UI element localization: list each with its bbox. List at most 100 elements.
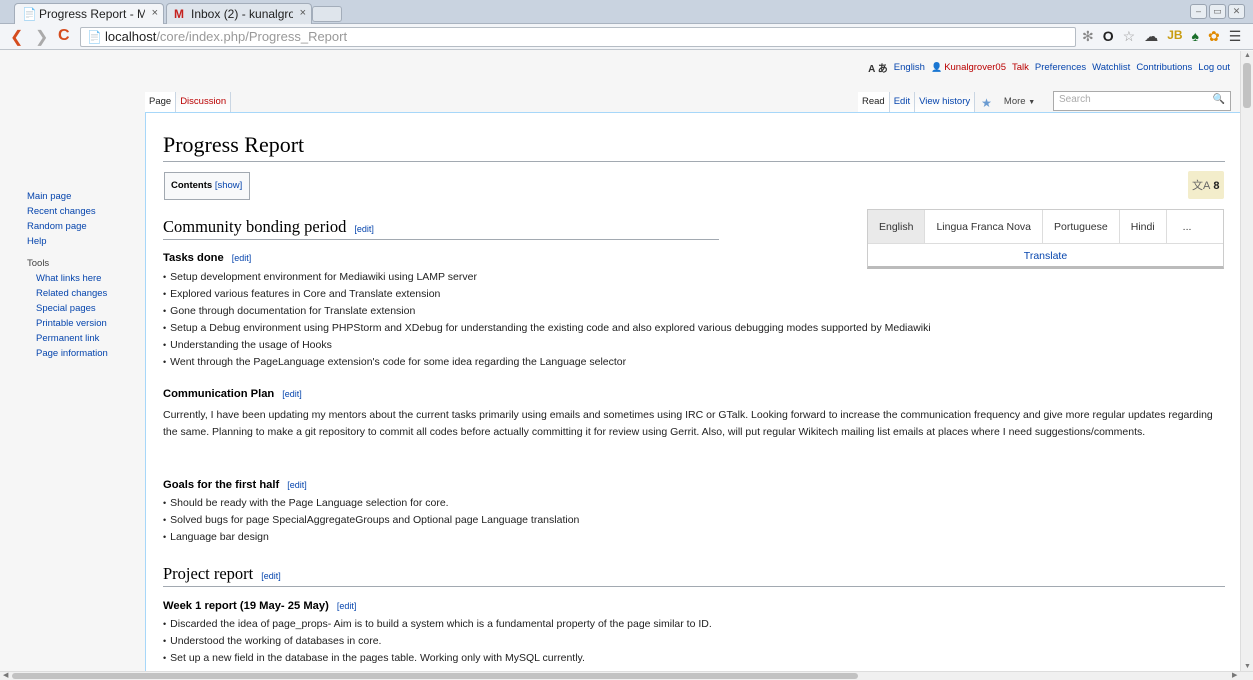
sidebar-item-printable-version[interactable]: Printable version xyxy=(36,318,107,329)
back-icon[interactable]: ❮ xyxy=(10,27,23,47)
menu-icon[interactable]: ☰ xyxy=(1229,28,1242,45)
subsection-heading-tasks-done: Tasks done [edit] xyxy=(163,252,251,264)
edit-section-link[interactable]: [edit] xyxy=(354,224,374,234)
user-page-link[interactable]: Kunalgrover05 xyxy=(944,62,1006,73)
watchlist-link[interactable]: Watchlist xyxy=(1092,62,1130,73)
forward-icon[interactable]: ❯ xyxy=(35,27,48,47)
edit-section-link[interactable]: [edit] xyxy=(337,601,357,611)
chevron-down-icon: ▼ xyxy=(1028,99,1036,106)
sidebar-item-random-page[interactable]: Random page xyxy=(27,221,87,232)
list-item: Set up a new field in the database in th… xyxy=(163,652,712,669)
tab-page[interactable]: Page xyxy=(145,92,177,113)
lang-hindi[interactable]: Hindi xyxy=(1120,210,1167,243)
list-item: Discarded the idea of page_props- Aim is… xyxy=(163,618,712,635)
tab-edit[interactable]: Edit xyxy=(889,92,916,113)
edit-section-link[interactable]: [edit] xyxy=(261,571,281,581)
reload-icon[interactable]: C xyxy=(58,27,70,45)
address-bar[interactable]: 📄 localhost/core/index.php/Progress_Repo… xyxy=(80,27,1076,47)
tab-read[interactable]: Read xyxy=(858,92,890,113)
translation-count: 8 xyxy=(1213,180,1220,192)
horizontal-scrollbar[interactable]: ◀ ▶ xyxy=(0,671,1253,680)
browser-tab-inbox[interactable]: M Inbox (2) - kunalgrove × xyxy=(166,3,312,24)
extension-icons: ✻ O ☆ ☁ JB ♠ ✿ ☰ xyxy=(1082,28,1241,45)
scrollbar-thumb[interactable] xyxy=(12,673,858,679)
sidebar-item-help[interactable]: Help xyxy=(27,236,47,247)
sidebar-tools-heading: Tools xyxy=(27,258,50,269)
toc-toggle[interactable]: [show] xyxy=(215,180,242,191)
edit-section-link[interactable]: [edit] xyxy=(282,389,302,399)
page-icon: 📄 xyxy=(22,7,37,21)
search-icon[interactable]: 🔍 xyxy=(1213,94,1225,105)
language-selector-icon[interactable]: A あ xyxy=(868,60,888,75)
vertical-scrollbar[interactable]: ▲ ▼ xyxy=(1240,51,1253,671)
list-item: Language bar design xyxy=(163,531,579,548)
browser-tab-bar: 📄 Progress Report - MyW × M Inbox (2) - … xyxy=(0,0,1253,24)
list-item: Setup development environment for Mediaw… xyxy=(163,271,931,288)
palette-extension-icon[interactable]: ✿ xyxy=(1208,28,1220,45)
scroll-right-icon[interactable]: ▶ xyxy=(1232,671,1237,679)
tab-discussion[interactable]: Discussion xyxy=(176,92,232,113)
sidebar-item-permanent-link[interactable]: Permanent link xyxy=(36,333,99,344)
contributions-link[interactable]: Contributions xyxy=(1136,62,1192,73)
lang-english[interactable]: English xyxy=(868,210,926,243)
translate-link[interactable]: Translate xyxy=(868,244,1223,262)
goals-list: Should be ready with the Page Language s… xyxy=(163,497,579,548)
namespace-tabs: Page Discussion xyxy=(145,92,232,113)
close-icon[interactable]: × xyxy=(300,7,306,19)
view-tabs: Read Edit View history ★ More ▼ xyxy=(858,92,1045,113)
page-icon: 📄 xyxy=(87,30,102,44)
lang-more[interactable]: ... xyxy=(1167,210,1208,243)
subsection-title: Tasks done xyxy=(163,252,224,264)
jetbrains-extension-icon[interactable]: JB xyxy=(1167,28,1182,45)
preferences-link[interactable]: Preferences xyxy=(1035,62,1086,73)
close-window-button[interactable]: ✕ xyxy=(1228,4,1245,19)
url-host: localhost xyxy=(105,29,157,44)
subsection-title: Communication Plan xyxy=(163,388,275,400)
table-of-contents: Contents [show] xyxy=(164,172,250,200)
edit-section-link[interactable]: [edit] xyxy=(287,480,307,490)
list-item: Explored various features in Core and Tr… xyxy=(163,288,931,305)
edit-section-link[interactable]: [edit] xyxy=(232,253,252,263)
toc-title: Contents xyxy=(171,180,213,191)
maximize-button[interactable]: ▭ xyxy=(1209,4,1226,19)
subsection-heading-week1: Week 1 report (19 May- 25 May) [edit] xyxy=(163,600,356,612)
gmail-icon: M xyxy=(174,7,184,21)
scroll-left-icon[interactable]: ◀ xyxy=(3,671,8,679)
lang-lingua-franca-nova[interactable]: Lingua Franca Nova xyxy=(925,210,1044,243)
sidebar-item-related-changes[interactable]: Related changes xyxy=(36,288,107,299)
subsection-heading-goals: Goals for the first half [edit] xyxy=(163,479,307,491)
bookmark-star-icon[interactable]: ☆ xyxy=(1123,28,1136,45)
list-item: Setup a Debug environment using PHPStorm… xyxy=(163,322,931,339)
more-menu[interactable]: More ▼ xyxy=(998,92,1045,113)
close-icon[interactable]: × xyxy=(152,7,158,19)
page-title: Progress Report xyxy=(163,132,1225,162)
settings-extension-icon[interactable]: ✻ xyxy=(1082,28,1094,45)
tab-label: Inbox (2) - kunalgrove xyxy=(191,7,293,21)
sync-extension-icon[interactable]: O xyxy=(1103,28,1114,45)
sidebar-item-main-page[interactable]: Main page xyxy=(27,191,71,202)
section-heading-project-report: Project report [edit] xyxy=(163,564,1225,587)
scrollbar-thumb[interactable] xyxy=(1243,63,1251,108)
tasks-list: Setup development environment for Mediaw… xyxy=(163,271,931,373)
sidebar-item-what-links-here[interactable]: What links here xyxy=(36,273,101,284)
sidebar-item-page-information[interactable]: Page information xyxy=(36,348,108,359)
lang-portuguese[interactable]: Portuguese xyxy=(1043,210,1120,243)
talk-link[interactable]: Talk xyxy=(1012,62,1029,73)
search-input[interactable]: Search 🔍 xyxy=(1053,91,1231,111)
logout-link[interactable]: Log out xyxy=(1198,62,1230,73)
sidebar-item-special-pages[interactable]: Special pages xyxy=(36,303,96,314)
search-placeholder: Search xyxy=(1059,94,1091,105)
scroll-up-icon[interactable]: ▲ xyxy=(1244,52,1251,59)
shield-extension-icon[interactable]: ♠ xyxy=(1192,28,1199,45)
translation-badge[interactable]: 文A 8 xyxy=(1188,171,1224,199)
window-controls: – ▭ ✕ xyxy=(1190,4,1245,20)
scroll-down-icon[interactable]: ▼ xyxy=(1244,663,1251,670)
tab-view-history[interactable]: View history xyxy=(915,92,976,113)
watch-star-icon[interactable]: ★ xyxy=(975,93,998,113)
language-link[interactable]: English xyxy=(894,62,925,73)
new-tab-button[interactable] xyxy=(312,6,342,22)
browser-tab-progress-report[interactable]: 📄 Progress Report - MyW × xyxy=(14,3,164,24)
cloud-extension-icon[interactable]: ☁ xyxy=(1144,28,1158,45)
minimize-button[interactable]: – xyxy=(1190,4,1207,19)
sidebar-item-recent-changes[interactable]: Recent changes xyxy=(27,206,96,217)
